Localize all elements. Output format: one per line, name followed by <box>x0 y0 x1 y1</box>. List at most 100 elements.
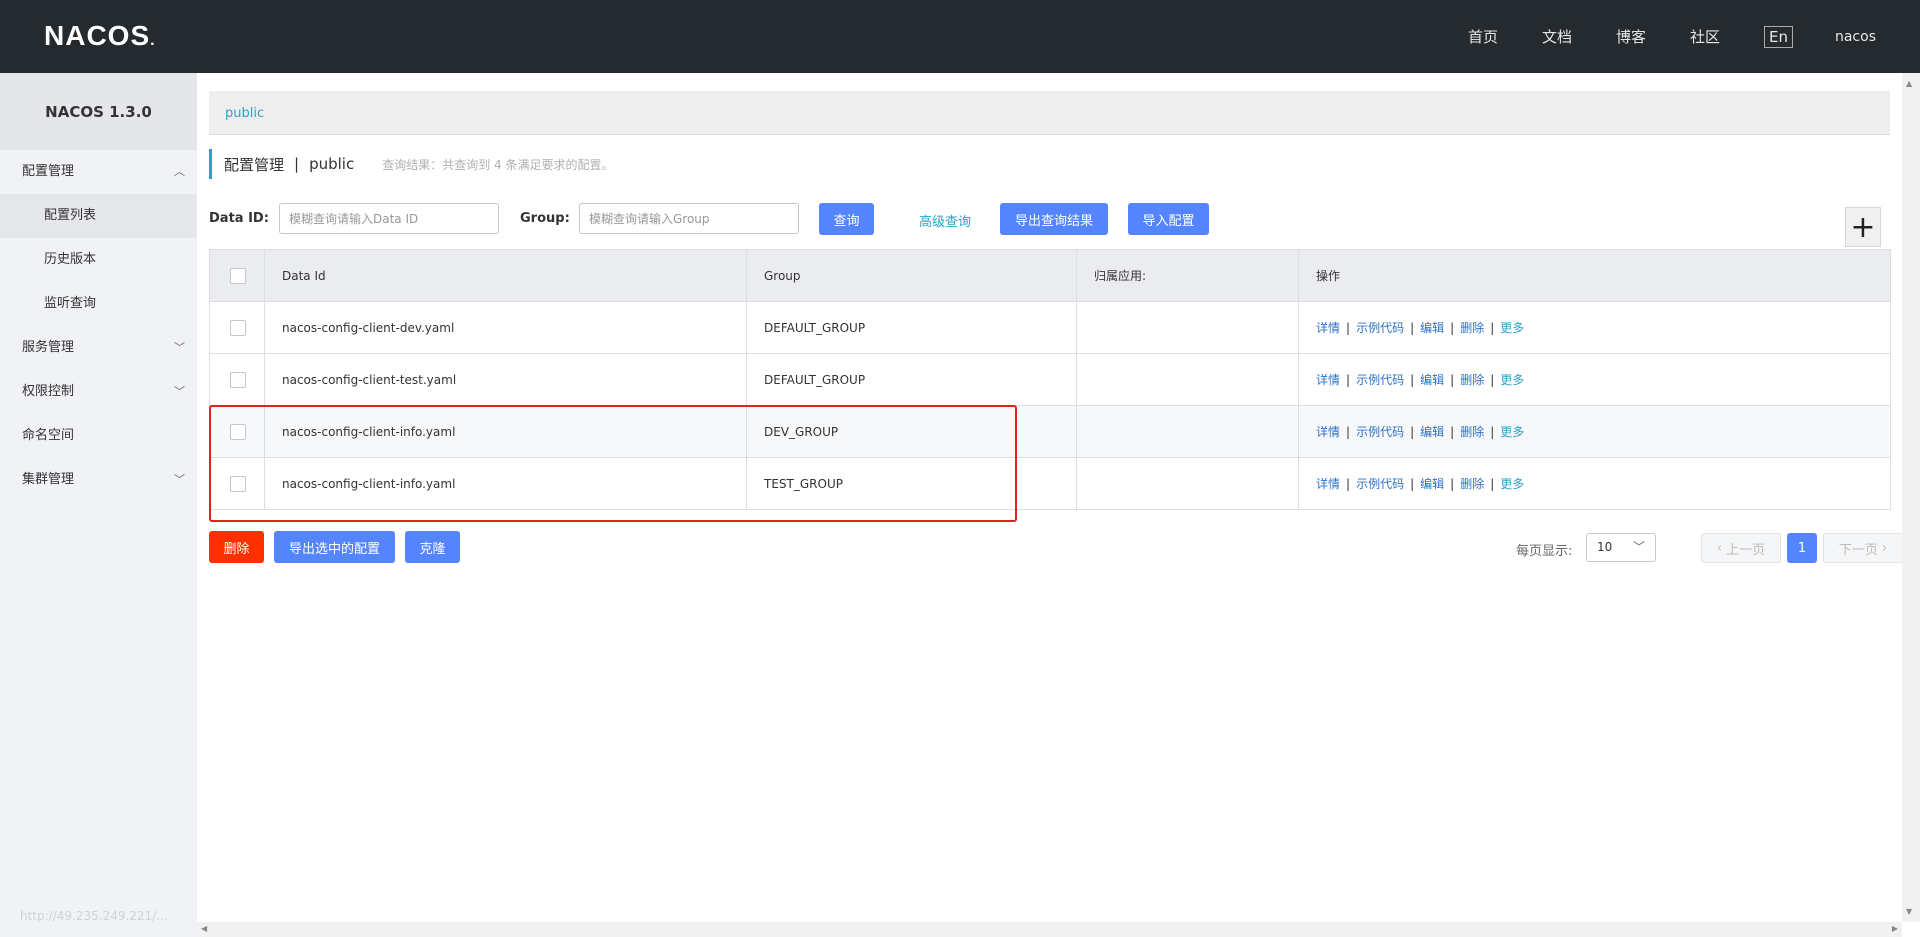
sidebar-item-label: 服务管理 <box>22 340 75 355</box>
table-header-row: Data Id Group 归属应用: 操作 <box>209 249 1891 302</box>
sidebar-item-listener-query[interactable]: 监听查询 <box>0 282 197 326</box>
row-select-cell <box>209 457 265 510</box>
row-checkbox[interactable] <box>230 371 246 388</box>
table-row: nacos-config-client-info.yaml TEST_GROUP… <box>209 457 1891 510</box>
group-input[interactable] <box>579 203 799 234</box>
cell-data-id: nacos-config-client-info.yaml <box>264 457 747 510</box>
chevron-down-icon: ﹀ <box>174 473 185 486</box>
table-row: nacos-config-client-test.yaml DEFAULT_GR… <box>209 353 1891 406</box>
cell-app <box>1076 301 1299 354</box>
select-all-checkbox[interactable] <box>230 267 246 284</box>
nacos-logo[interactable]: NACOS. <box>44 20 156 52</box>
clone-button[interactable]: 克隆 <box>405 531 460 563</box>
op-edit-link[interactable]: 编辑 <box>1420 477 1444 491</box>
nav-home[interactable]: 首页 <box>1468 26 1498 47</box>
export-query-result-button[interactable]: 导出查询结果 <box>1000 203 1108 235</box>
op-more-link[interactable]: 更多 <box>1500 425 1524 439</box>
prev-page-label: 上一页 <box>1726 542 1766 558</box>
add-config-button[interactable]: + <box>1845 207 1881 247</box>
sidebar-item-label: 集群管理 <box>22 472 75 487</box>
sidebar-item-label: 监听查询 <box>44 296 97 311</box>
language-switch[interactable]: En <box>1764 25 1793 48</box>
cell-app <box>1076 457 1299 510</box>
import-config-button[interactable]: 导入配置 <box>1128 203 1209 235</box>
col-data-id: Data Id <box>264 249 747 302</box>
cell-group: DEFAULT_GROUP <box>746 301 1077 354</box>
export-selected-button[interactable]: 导出选中的配置 <box>274 531 395 563</box>
scroll-down-icon[interactable]: ▼ <box>1906 907 1912 916</box>
page-title-namespace: public <box>309 155 355 173</box>
chevron-down-icon: ﹀ <box>174 385 185 398</box>
row-checkbox[interactable] <box>230 423 246 440</box>
page-1-button[interactable]: 1 <box>1787 533 1817 563</box>
cell-group: DEFAULT_GROUP <box>746 353 1077 406</box>
title-separator: | <box>294 155 300 173</box>
cell-app <box>1076 353 1299 406</box>
group-label: Group: <box>520 211 570 226</box>
op-delete-link[interactable]: 删除 <box>1460 321 1484 335</box>
nav-docs[interactable]: 文档 <box>1542 26 1572 47</box>
query-result-hint: 查询结果：共查询到 4 条满足要求的配置。 <box>382 157 614 172</box>
op-more-link[interactable]: 更多 <box>1500 373 1524 387</box>
prev-page-button[interactable]: ‹ 上一页 <box>1701 533 1781 563</box>
op-detail-link[interactable]: 详情 <box>1316 321 1340 335</box>
user-name[interactable]: nacos <box>1835 29 1876 45</box>
sidebar-item-label: 配置列表 <box>44 208 97 223</box>
nav-community[interactable]: 社区 <box>1690 26 1720 47</box>
op-detail-link[interactable]: 详情 <box>1316 477 1340 491</box>
next-page-button[interactable]: 下一页 › <box>1823 533 1903 563</box>
op-more-link[interactable]: 更多 <box>1500 477 1524 491</box>
advanced-query-link[interactable]: 高级查询 <box>919 211 971 230</box>
cell-group: DEV_GROUP <box>746 405 1077 458</box>
vertical-scrollbar[interactable]: ▲ ▼ <box>1902 73 1920 922</box>
main-content: public 配置管理 | public 查询结果：共查询到 4 条满足要求的配… <box>197 73 1903 922</box>
op-edit-link[interactable]: 编辑 <box>1420 425 1444 439</box>
op-sample-code-link[interactable]: 示例代码 <box>1356 321 1404 335</box>
cell-data-id: nacos-config-client-test.yaml <box>264 353 747 406</box>
sidebar-item-cluster-management[interactable]: 集群管理 ﹀ <box>0 458 197 502</box>
op-detail-link[interactable]: 详情 <box>1316 425 1340 439</box>
page-size-select[interactable]: 10 ﹀ <box>1586 533 1656 562</box>
sidebar-item-config-management[interactable]: 配置管理 ︿ <box>0 150 197 194</box>
sidebar-item-access-control[interactable]: 权限控制 ﹀ <box>0 370 197 414</box>
chevron-left-icon: ‹ <box>1716 540 1727 556</box>
op-delete-link[interactable]: 删除 <box>1460 477 1484 491</box>
scroll-left-icon[interactable]: ◀ <box>201 924 207 933</box>
row-select-cell <box>209 301 265 354</box>
cell-operations: 详情 | 示例代码 | 编辑 | 删除 | 更多 <box>1298 301 1891 354</box>
sidebar-item-service-management[interactable]: 服务管理 ﹀ <box>0 326 197 370</box>
dataid-input[interactable] <box>279 203 499 234</box>
op-detail-link[interactable]: 详情 <box>1316 373 1340 387</box>
row-select-cell <box>209 405 265 458</box>
sidebar-menu: 配置管理 ︿ 配置列表 历史版本 监听查询 服务管理 ﹀ 权限控制 ﹀ 命名空间… <box>0 150 197 502</box>
row-checkbox[interactable] <box>230 319 246 336</box>
sidebar-item-config-list[interactable]: 配置列表 <box>0 194 197 238</box>
cell-data-id: nacos-config-client-dev.yaml <box>264 301 747 354</box>
scroll-right-icon[interactable]: ▶ <box>1892 924 1898 933</box>
sidebar-item-history[interactable]: 历史版本 <box>0 238 197 282</box>
row-checkbox[interactable] <box>230 475 246 492</box>
top-nav-bar: NACOS. 首页 文档 博客 社区 En nacos <box>0 0 1920 73</box>
op-more-link[interactable]: 更多 <box>1500 321 1524 335</box>
page-size-label: 每页显示: <box>1516 544 1573 559</box>
config-table: Data Id Group 归属应用: 操作 nacos-config-clie… <box>209 249 1891 510</box>
op-sample-code-link[interactable]: 示例代码 <box>1356 373 1404 387</box>
filter-bar: Data ID: Group: 查询 高级查询 导出查询结果 导入配置 <box>209 203 1890 235</box>
op-delete-link[interactable]: 删除 <box>1460 373 1484 387</box>
op-sample-code-link[interactable]: 示例代码 <box>1356 477 1404 491</box>
sidebar-title: NACOS 1.3.0 <box>0 73 197 150</box>
namespace-link-public[interactable]: public <box>225 106 264 121</box>
sidebar-item-namespace[interactable]: 命名空间 <box>0 414 197 458</box>
sidebar: NACOS 1.3.0 配置管理 ︿ 配置列表 历史版本 监听查询 服务管理 ﹀… <box>0 73 197 937</box>
op-sample-code-link[interactable]: 示例代码 <box>1356 425 1404 439</box>
scroll-up-icon[interactable]: ▲ <box>1906 79 1912 88</box>
delete-selected-button[interactable]: 删除 <box>209 531 264 563</box>
chevron-up-icon: ︿ <box>174 165 185 178</box>
horizontal-scrollbar[interactable]: ◀ ▶ <box>197 922 1902 937</box>
op-edit-link[interactable]: 编辑 <box>1420 373 1444 387</box>
nav-blog[interactable]: 博客 <box>1616 26 1646 47</box>
query-button[interactable]: 查询 <box>819 203 874 235</box>
op-delete-link[interactable]: 删除 <box>1460 425 1484 439</box>
op-edit-link[interactable]: 编辑 <box>1420 321 1444 335</box>
page-size-value: 10 <box>1597 540 1613 554</box>
